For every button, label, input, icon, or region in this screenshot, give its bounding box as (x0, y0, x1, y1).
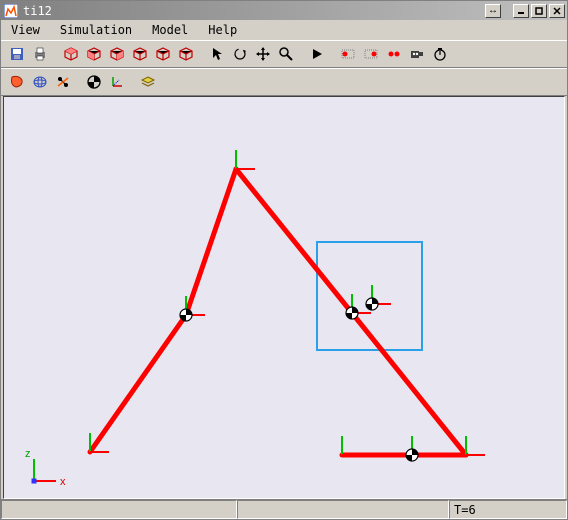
statusbar: T=6 (1, 499, 567, 519)
z-axis-label: z (25, 448, 31, 460)
status-cell-1 (1, 500, 237, 519)
record-fwd-icon[interactable] (359, 43, 382, 65)
select-icon[interactable] (205, 43, 228, 65)
joints-icon[interactable] (51, 71, 74, 93)
window-title: ti12 (23, 4, 483, 18)
zoom-icon[interactable] (274, 43, 297, 65)
menubar: View Simulation Model Help (1, 20, 567, 40)
joint-frames (90, 150, 485, 455)
scene-svg: x z (4, 97, 564, 493)
status-cell-2 (237, 500, 449, 519)
world-axes-indicator: x z (25, 448, 66, 488)
maximize-button[interactable] (531, 4, 547, 18)
mechanism-links (90, 169, 466, 455)
camera-icon[interactable] (405, 43, 428, 65)
iso-view-4-icon[interactable] (128, 43, 151, 65)
viewport-canvas[interactable]: x z (3, 96, 565, 499)
menu-help[interactable]: Help (202, 21, 243, 39)
x-axis-label: x (60, 476, 66, 488)
print-icon[interactable] (28, 43, 51, 65)
menu-model[interactable]: Model (146, 21, 194, 39)
play-icon[interactable] (305, 43, 328, 65)
app-window: ti12 ↔ View Simulation Model Help (0, 0, 568, 520)
pan-icon[interactable] (251, 43, 274, 65)
record-back-icon[interactable] (336, 43, 359, 65)
joint-markers (180, 298, 418, 461)
close-button[interactable] (549, 4, 565, 18)
iso-view-1-icon[interactable] (59, 43, 82, 65)
resize-button[interactable]: ↔ (485, 4, 501, 18)
wireframe-icon[interactable] (28, 71, 51, 93)
iso-view-6-icon[interactable] (174, 43, 197, 65)
frames-icon[interactable] (105, 71, 128, 93)
layers-icon[interactable] (136, 71, 159, 93)
timer-icon[interactable] (428, 43, 451, 65)
menu-simulation[interactable]: Simulation (54, 21, 138, 39)
status-time: T=6 (449, 500, 567, 519)
save-icon[interactable] (5, 43, 28, 65)
shaded-icon[interactable] (5, 71, 28, 93)
minimize-button[interactable] (513, 4, 529, 18)
titlebar: ti12 ↔ (1, 1, 567, 20)
record-toggle-icon[interactable] (382, 43, 405, 65)
com-icon[interactable] (82, 71, 105, 93)
iso-view-2-icon[interactable] (82, 43, 105, 65)
rotate-icon[interactable] (228, 43, 251, 65)
view-toolbar (1, 68, 567, 96)
menu-view[interactable]: View (5, 21, 46, 39)
iso-view-3-icon[interactable] (105, 43, 128, 65)
main-toolbar (1, 40, 567, 68)
app-icon (3, 3, 19, 19)
iso-view-5-icon[interactable] (151, 43, 174, 65)
